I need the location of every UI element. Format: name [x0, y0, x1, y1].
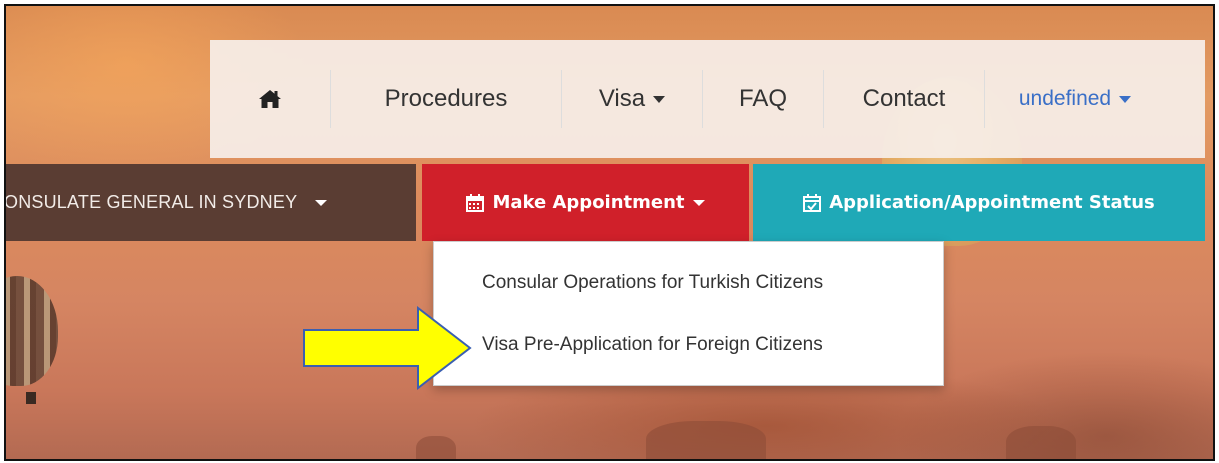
consulate-selector[interactable]: ONSULATE GENERAL IN SYDNEY [6, 164, 416, 241]
nav-visa-dropdown[interactable]: Visa [562, 70, 703, 128]
home-icon [259, 90, 281, 108]
make-appointment-label: Make Appointment [492, 192, 685, 213]
caret-down-icon [1119, 95, 1132, 103]
menu-item-visa-pre-application[interactable]: Visa Pre-Application for Foreign Citizen… [482, 334, 823, 356]
nav-visa-label: Visa [598, 85, 646, 112]
balloon-basket [26, 392, 36, 404]
caret-down-icon [692, 199, 705, 206]
nav-contact[interactable]: Contact [824, 70, 985, 128]
application-status-label: Application/Appointment Status [829, 192, 1155, 213]
caret-down-icon [315, 199, 328, 206]
nav-faq-label: FAQ [738, 85, 787, 112]
consulate-label: ONSULATE GENERAL IN SYDNEY [4, 192, 298, 212]
top-navigation: Procedures Visa FAQ Contact undefined [210, 40, 1205, 158]
annotation-arrow [303, 306, 472, 390]
screenshot-frame: Procedures Visa FAQ Contact undefined ON… [4, 4, 1215, 461]
hot-air-balloon-left [6, 276, 58, 386]
calendar-check-icon [803, 193, 822, 212]
make-appointment-button[interactable]: Make Appointment [422, 164, 749, 241]
nav-contact-label: Contact [862, 85, 946, 112]
nav-procedures[interactable]: Procedures [331, 70, 562, 128]
calendar-icon [466, 193, 485, 212]
application-status-button[interactable]: Application/Appointment Status [753, 164, 1205, 241]
language-label: undefined [1018, 87, 1112, 110]
menu-item-consular-operations[interactable]: Consular Operations for Turkish Citizens [482, 272, 823, 294]
nav-procedures-label: Procedures [384, 85, 508, 112]
nav-home[interactable] [210, 70, 331, 128]
make-appointment-dropdown-menu: Consular Operations for Turkish Citizens… [433, 241, 944, 386]
rock-formation [1006, 426, 1076, 459]
nav-faq[interactable]: FAQ [703, 70, 824, 128]
rock-formation [416, 436, 456, 459]
caret-down-icon [653, 95, 666, 103]
rock-formation [646, 421, 766, 459]
nav-language-dropdown[interactable]: undefined [985, 70, 1165, 128]
